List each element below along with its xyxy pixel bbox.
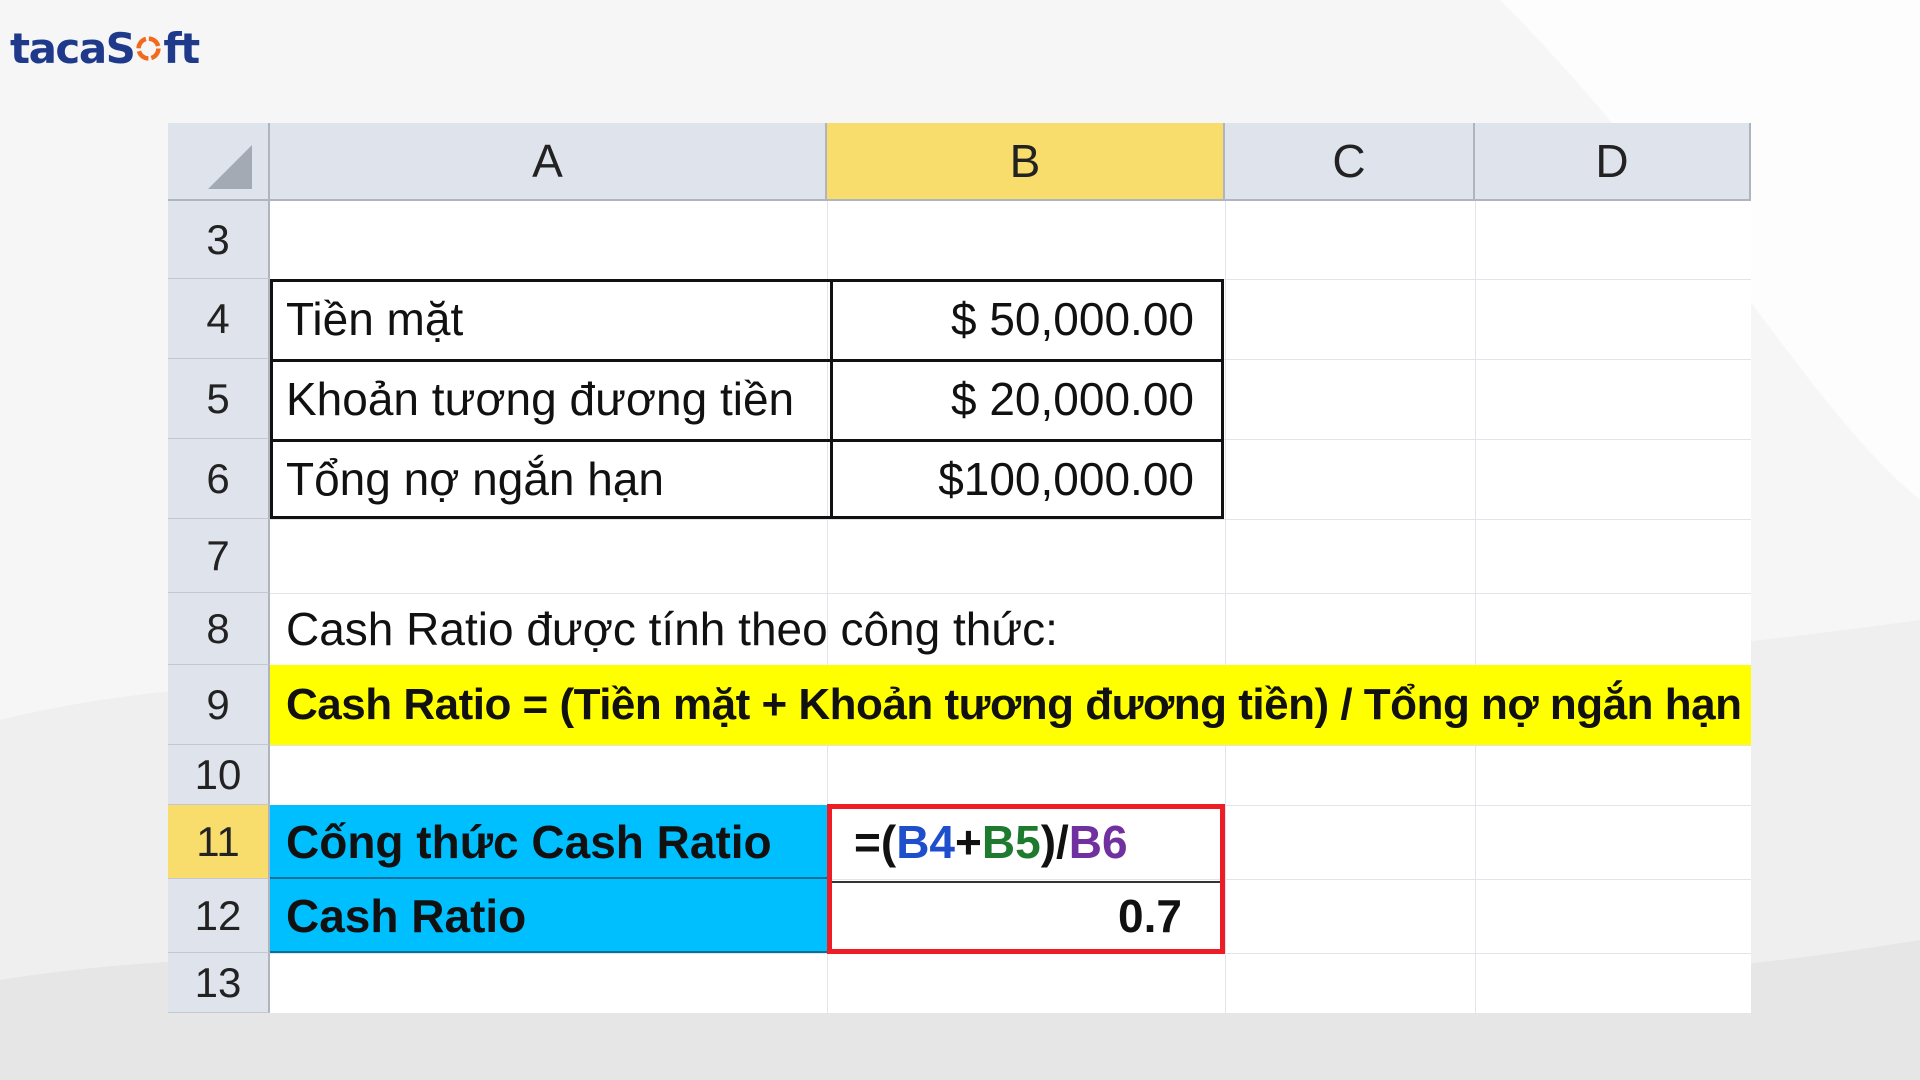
cell-a5[interactable]: Khoản tương đương tiền (286, 359, 826, 439)
cell-a9[interactable]: Cash Ratio = (Tiền mặt + Khoản tương đươ… (286, 665, 1746, 745)
row-header-3[interactable]: 3 (168, 201, 270, 279)
formula-ref-b5: B5 (981, 816, 1041, 868)
cell-b5[interactable]: $ 20,000.00 (830, 359, 1222, 439)
select-all-corner[interactable] (168, 123, 270, 201)
column-header-a[interactable]: A (270, 123, 827, 201)
logo-text-start: tacaS (10, 24, 136, 73)
formula-ref-b4: B4 (896, 816, 955, 868)
cell-a6[interactable]: Tổng nợ ngắn hạn (286, 439, 826, 519)
cell-a8[interactable]: Cash Ratio được tính theo công thức: (286, 593, 1686, 665)
tacasoft-logo: tacaS ft (10, 24, 200, 73)
grid-line (270, 519, 1751, 520)
formula-part-plus: + (955, 816, 982, 868)
cell-a11[interactable]: Cống thức Cash Ratio (286, 805, 826, 879)
formula-part-open: =( (854, 816, 897, 868)
row-header-4[interactable]: 4 (168, 279, 270, 359)
cell-b4[interactable]: $ 50,000.00 (830, 279, 1222, 359)
column-header-b[interactable]: B (827, 123, 1225, 201)
row-header-8[interactable]: 8 (168, 593, 270, 665)
cell-b11-formula[interactable]: =(B4 + B5)/B6 (854, 805, 1214, 879)
select-all-triangle-icon (208, 145, 252, 189)
row-header-5[interactable]: 5 (168, 359, 270, 439)
formula-ref-b6: B6 (1068, 816, 1128, 868)
row-header-10[interactable]: 10 (168, 745, 270, 805)
cell-b12-result[interactable]: 0.7 (830, 879, 1220, 953)
cell-b6[interactable]: $100,000.00 (830, 439, 1222, 519)
cell-a12[interactable]: Cash Ratio (286, 879, 826, 953)
spreadsheet: A B C D 3 4 5 6 7 8 9 10 11 12 13 Tiền m… (168, 123, 1751, 1013)
cell-a4[interactable]: Tiền mặt (286, 279, 826, 359)
row-header-9[interactable]: 9 (168, 665, 270, 745)
row-header-12[interactable]: 12 (168, 879, 270, 953)
formula-part-close: )/ (1040, 816, 1069, 868)
gear-icon (136, 36, 162, 61)
row-header-11[interactable]: 11 (168, 805, 270, 879)
row-header-6[interactable]: 6 (168, 439, 270, 519)
logo-text-end: ft (163, 24, 200, 73)
column-header-c[interactable]: C (1225, 123, 1475, 201)
row-header-13[interactable]: 13 (168, 953, 270, 1013)
row-header-7[interactable]: 7 (168, 519, 270, 593)
column-header-d[interactable]: D (1475, 123, 1751, 201)
grid-line (270, 745, 1751, 746)
